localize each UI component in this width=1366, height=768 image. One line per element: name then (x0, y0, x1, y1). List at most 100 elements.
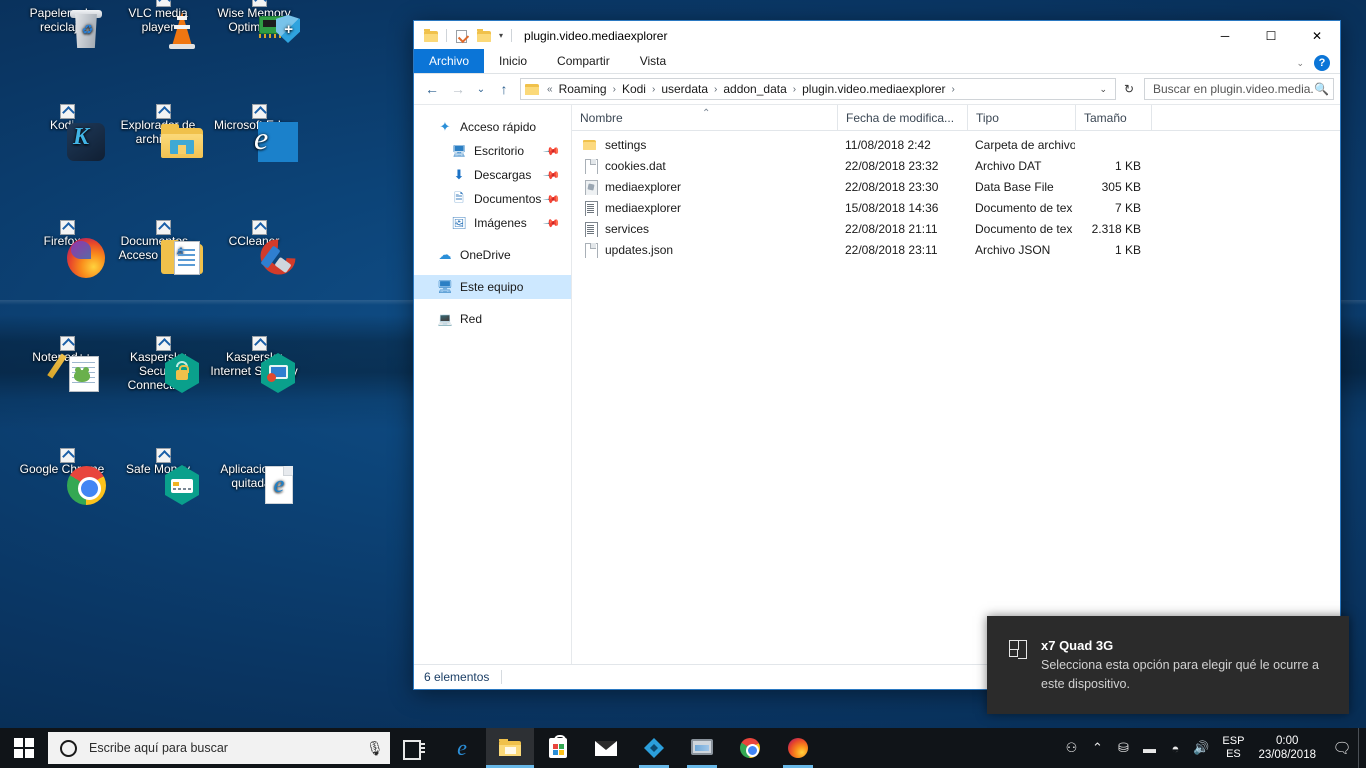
column-header-size[interactable]: Tamaño (1075, 104, 1151, 131)
taskbar-system-monitor[interactable] (678, 728, 726, 768)
column-header-name[interactable]: Nombre ⌃ (572, 105, 837, 131)
sidebar-item-acceso-rápido[interactable]: ✦ Acceso rápido (414, 115, 571, 139)
help-button[interactable]: ? (1314, 55, 1330, 71)
close-button[interactable]: ✕ (1294, 21, 1340, 50)
action-center-icon[interactable]: 🗨 (1326, 728, 1358, 768)
folder-icon[interactable] (420, 25, 442, 47)
sidebar-item-documentos[interactable]: 🗎 Documentos 📌 (414, 187, 571, 211)
back-button[interactable]: ← (420, 77, 444, 101)
desktop-icon-ccleaner[interactable]: CCleaner (206, 220, 303, 282)
file-name-cell[interactable]: mediaexplorer (572, 179, 837, 195)
sidebar-item-este-equipo[interactable]: 🖥 Este equipo (414, 275, 571, 299)
file-name-cell[interactable]: mediaexplorer (572, 200, 837, 216)
table-row[interactable]: mediaexplorer 15/08/2018 14:36 Documento d… (572, 197, 1340, 218)
sidebar-item-escritorio[interactable]: 🖥 Escritorio 📌 (414, 139, 571, 163)
taskbar-mail[interactable] (582, 728, 630, 768)
desktop-icon-firefox[interactable]: Firefox (14, 220, 110, 278)
wifi-icon[interactable]: ◓ (1162, 728, 1188, 768)
file-name-cell[interactable]: settings (572, 137, 837, 153)
breadcrumb-overflow-icon[interactable]: « (544, 84, 556, 95)
taskbar-kodi[interactable] (630, 728, 678, 768)
table-row[interactable]: mediaexplorer 22/08/2018 23:30 Data Base F… (572, 176, 1340, 197)
breadcrumb-separator-icon[interactable]: › (610, 84, 619, 95)
sidebar-item-descargas[interactable]: ⬇ Descargas 📌 (414, 163, 571, 187)
language-indicator[interactable]: ESP ES (1214, 735, 1252, 761)
cortana-icon[interactable] (60, 739, 77, 757)
people-icon[interactable]: ⚇ (1058, 728, 1084, 768)
desktop-icon-removed-apps[interactable]: e Aplicaciones quitadas (206, 462, 302, 504)
file-name-cell[interactable]: services (572, 221, 837, 237)
desktop-icon-notepad-plus-plus[interactable]: Notepad++ (14, 336, 110, 392)
desktop-icon-kaspersky-internet-security[interactable]: Kaspersky Internet Security (206, 336, 302, 393)
breadcrumb-item-4[interactable]: plugin.video.mediaexplorer (799, 82, 948, 96)
desktop-icon-file-explorer[interactable]: Explorador de archivos (110, 104, 206, 158)
taskbar-firefox[interactable] (774, 728, 822, 768)
column-header-type[interactable]: Tipo (967, 104, 1075, 131)
taskbar-microsoft-store[interactable] (534, 728, 582, 768)
desktop-icon-vlc[interactable]: VLC media player (110, 0, 206, 49)
sidebar-item-onedrive[interactable]: ☁ OneDrive (414, 243, 571, 267)
properties-icon[interactable] (451, 25, 473, 47)
start-button[interactable] (0, 728, 48, 768)
desktop-icon-microsoft-edge[interactable]: eMicrosoft Edge (206, 104, 302, 162)
pin-icon[interactable]: 📌 (543, 214, 562, 232)
breadcrumb-item-0[interactable]: Roaming (556, 82, 610, 96)
desktop-icon-safe-money[interactable]: Safe Money (110, 448, 206, 505)
breadcrumb-item-1[interactable]: Kodi (619, 82, 649, 96)
search-box[interactable]: Buscar en plugin.video.media... 🔍 (1144, 78, 1334, 100)
file-name-cell[interactable]: updates.json (572, 242, 837, 258)
table-row[interactable]: services 22/08/2018 21:11 Documento de tex… (572, 218, 1340, 239)
clock[interactable]: 0:00 23/08/2018 (1252, 734, 1326, 762)
sidebar-item-imágenes[interactable]: 🖼 Imágenes 📌 (414, 211, 571, 235)
desktop-icon-wise-memory-optimizer[interactable]: + Wise Memory Optimizer (206, 0, 302, 43)
microphone-icon[interactable]: 🎙 (366, 740, 384, 757)
up-button[interactable]: ↑ (492, 77, 516, 101)
file-name-cell[interactable]: cookies.dat (572, 158, 837, 174)
refresh-button[interactable]: ↻ (1118, 78, 1140, 100)
maximize-button[interactable]: ☐ (1248, 21, 1294, 50)
new-folder-icon[interactable] (473, 25, 495, 47)
table-row[interactable]: cookies.dat 22/08/2018 23:32 Archivo DAT 1 … (572, 155, 1340, 176)
table-row[interactable]: settings 11/08/2018 2:42 Carpeta de archiv… (572, 134, 1340, 155)
recent-locations-button[interactable]: ⌄ (472, 77, 490, 101)
show-hidden-icons-chevron[interactable]: ⌃ (1084, 728, 1110, 768)
breadcrumb-separator-icon[interactable]: › (949, 84, 958, 95)
search-input[interactable]: Buscar en plugin.video.media... (1153, 82, 1314, 96)
forward-button[interactable]: → (446, 77, 470, 101)
task-view-button[interactable] (390, 728, 438, 768)
pin-icon[interactable]: 📌 (543, 142, 562, 160)
breadcrumb-item-3[interactable]: addon_data (720, 82, 789, 96)
notification-toast[interactable]: x7 Quad 3G Selecciona esta opción para e… (987, 616, 1349, 714)
table-row[interactable]: updates.json 22/08/2018 23:11 Archivo JSON… (572, 239, 1340, 260)
taskbar-search-box[interactable]: Escribe aquí para buscar 🎙 (48, 732, 390, 764)
breadcrumb-separator-icon[interactable]: › (711, 84, 720, 95)
desktop-icon-kaspersky-secure-connection[interactable]: Kaspersky Secure Connection (110, 336, 206, 393)
taskbar-edge[interactable]: e (438, 728, 486, 768)
collapse-ribbon-icon[interactable]: ⌄ (1296, 58, 1304, 69)
pin-icon[interactable]: 📌 (543, 166, 562, 184)
ribbon-tab-compartir[interactable]: Compartir (542, 49, 625, 73)
ribbon-tab-archivo[interactable]: Archivo (414, 49, 485, 73)
battery-icon[interactable]: ▬ (1136, 728, 1162, 768)
usb-safely-remove-icon[interactable]: ⛁ (1110, 728, 1136, 768)
address-bar[interactable]: «Roaming › Kodi › userdata › addon_data › plugin… (520, 78, 1116, 100)
desktop-icon-kodi[interactable]: K Kodi (14, 104, 110, 161)
breadcrumb-separator-icon[interactable]: › (790, 84, 799, 95)
sidebar-item-red[interactable]: 💻 Red (414, 307, 571, 331)
pin-icon[interactable]: 📌 (543, 190, 562, 208)
minimize-button[interactable]: ─ (1202, 21, 1248, 50)
desktop-icon-recycle-bin[interactable]: ♻ Papelera de reciclaje (14, 6, 110, 48)
window-titlebar[interactable]: ▾ plugin.video.mediaexplorer ─ ☐ ✕ (414, 21, 1340, 50)
ribbon-tab-inicio[interactable]: Inicio (484, 49, 542, 73)
breadcrumb-item-2[interactable]: userdata (658, 82, 711, 96)
show-desktop-button[interactable] (1358, 728, 1366, 768)
desktop-icon-documents-shortcut[interactable]: ADocumentos - Acceso directo (110, 220, 206, 275)
ribbon-tab-vista[interactable]: Vista (625, 49, 681, 73)
customize-caret-icon[interactable]: ▾ (495, 31, 507, 40)
volume-icon[interactable]: 🔊 (1188, 728, 1214, 768)
taskbar-google-chrome[interactable] (726, 728, 774, 768)
breadcrumb-separator-icon[interactable]: › (649, 84, 658, 95)
address-dropdown-icon[interactable]: ⌄ (1093, 84, 1113, 95)
taskbar-file-explorer[interactable] (486, 728, 534, 768)
column-header-date[interactable]: Fecha de modifica... (837, 104, 967, 131)
